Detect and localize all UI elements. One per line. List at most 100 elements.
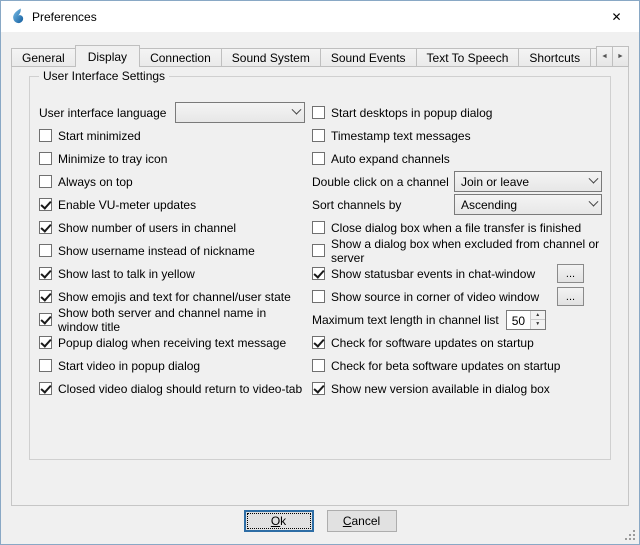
checkbox-row: Show new version available in dialog box — [312, 377, 602, 400]
always-on-top-checkbox[interactable] — [39, 175, 52, 188]
checkbox-row: Show a dialog box when excluded from cha… — [312, 239, 602, 262]
popup-text-message-checkbox[interactable] — [39, 336, 52, 349]
tab-scroll-right-button[interactable]: ► — [612, 46, 629, 67]
desktop-popup-checkbox[interactable] — [312, 106, 325, 119]
video-source-more-button[interactable]: ... — [557, 287, 584, 306]
checkbox-label: Show last to talk in yellow — [58, 267, 195, 281]
chevron-down-icon — [292, 105, 302, 115]
vu-meter-checkbox[interactable] — [39, 198, 52, 211]
double-click-select[interactable]: Join or leave — [454, 171, 602, 192]
max-text-length-spinner[interactable]: 50 ▲ ▼ — [506, 310, 546, 330]
tab-shortcuts[interactable]: Shortcuts — [518, 48, 591, 67]
checkbox-label: Timestamp text messages — [331, 129, 471, 143]
checkbox-row: Auto expand channels — [312, 147, 602, 170]
checkbox-label: Start video in popup dialog — [58, 359, 200, 373]
user-interface-settings-group: User Interface Settings User interface l… — [29, 76, 611, 460]
tab-scroll-left-button[interactable]: ◄ — [596, 46, 613, 67]
titlebar: Preferences ✕ — [1, 1, 639, 32]
checkbox-row: Show number of users in channel — [39, 216, 305, 239]
tab-display[interactable]: Display — [75, 45, 140, 67]
check-beta-updates-checkbox[interactable] — [312, 359, 325, 372]
close-button[interactable]: ✕ — [594, 1, 639, 32]
timestamp-checkbox[interactable] — [312, 129, 325, 142]
tab-label: Connection — [150, 51, 211, 65]
checkbox-label: Show username instead of nickname — [58, 244, 255, 258]
tab-connection[interactable]: Connection — [139, 48, 222, 67]
double-click-row: Double click on a channel Join or leave — [312, 170, 602, 193]
checkbox-label: Minimize to tray icon — [58, 152, 167, 166]
checkbox-row: Timestamp text messages — [312, 124, 602, 147]
checkbox-label: Always on top — [58, 175, 133, 189]
checkbox-label: Check for software updates on startup — [331, 336, 534, 350]
auto-expand-checkbox[interactable] — [312, 152, 325, 165]
window-title-checkbox[interactable] — [39, 313, 52, 326]
tab-label: Sound System — [232, 51, 310, 65]
max-text-length-label: Maximum text length in channel list — [312, 313, 499, 327]
video-source-checkbox[interactable] — [312, 290, 325, 303]
chevron-down-icon — [589, 174, 599, 184]
checkbox-row: Check for beta software updates on start… — [312, 354, 602, 377]
checkbox-label: Show a dialog box when excluded from cha… — [331, 237, 602, 265]
spin-down-button[interactable]: ▼ — [531, 320, 545, 329]
new-version-dialog-checkbox[interactable] — [312, 382, 325, 395]
checkbox-row: Minimize to tray icon — [39, 147, 305, 170]
tab-sound-system[interactable]: Sound System — [221, 48, 321, 67]
dialog-button-row: Ok Cancel — [1, 510, 639, 532]
tab-general[interactable]: General — [11, 48, 76, 67]
tab-label: Text To Speech — [427, 51, 509, 65]
language-label: User interface language — [39, 106, 166, 120]
checkbox-row: Popup dialog when receiving text message — [39, 331, 305, 354]
tab-text-to-speech[interactable]: Text To Speech — [416, 48, 520, 67]
checkbox-row: Show username instead of nickname — [39, 239, 305, 262]
cancel-button[interactable]: Cancel — [327, 510, 397, 532]
start-minimized-checkbox[interactable] — [39, 129, 52, 142]
checkbox-label: Start desktops in popup dialog — [331, 106, 492, 120]
excluded-dialog-checkbox[interactable] — [312, 244, 325, 257]
checkbox-label: Show number of users in channel — [58, 221, 236, 235]
statusbar-events-checkbox[interactable] — [312, 267, 325, 280]
right-column: Start desktops in popup dialog Timestamp… — [312, 101, 602, 400]
check-updates-checkbox[interactable] — [312, 336, 325, 349]
checkbox-label: Auto expand channels — [331, 152, 450, 166]
checkbox-label: Show emojis and text for channel/user st… — [58, 290, 291, 304]
last-to-talk-checkbox[interactable] — [39, 267, 52, 280]
resize-grip[interactable] — [625, 530, 636, 541]
checkbox-row: Enable VU-meter updates — [39, 193, 305, 216]
sort-channels-value: Ascending — [461, 198, 517, 212]
tab-label: Sound Events — [331, 51, 406, 65]
spinner-buttons: ▲ ▼ — [530, 311, 545, 329]
checkbox-label: Start minimized — [58, 129, 141, 143]
show-username-checkbox[interactable] — [39, 244, 52, 257]
app-icon — [9, 8, 26, 25]
checkbox-label: Closed video dialog should return to vid… — [58, 382, 302, 396]
ok-button[interactable]: Ok — [244, 510, 314, 532]
left-column: User interface language Start minimized … — [39, 101, 305, 400]
language-row: User interface language — [39, 101, 305, 124]
max-text-length-row: Maximum text length in channel list 50 ▲… — [312, 308, 602, 331]
show-user-count-checkbox[interactable] — [39, 221, 52, 234]
spin-up-button[interactable]: ▲ — [531, 311, 545, 321]
tab-sound-events[interactable]: Sound Events — [320, 48, 417, 67]
sort-channels-label: Sort channels by — [312, 198, 401, 212]
video-popup-checkbox[interactable] — [39, 359, 52, 372]
checkbox-row: Always on top — [39, 170, 305, 193]
tab-label: General — [22, 51, 65, 65]
emoji-state-checkbox[interactable] — [39, 290, 52, 303]
checkbox-label: Show new version available in dialog box — [331, 382, 550, 396]
tab-scroll-control: ◄ ► — [597, 46, 629, 67]
double-click-value: Join or leave — [461, 175, 529, 189]
double-click-label: Double click on a channel — [312, 175, 449, 189]
language-select[interactable] — [175, 102, 305, 123]
checkbox-row: Start video in popup dialog — [39, 354, 305, 377]
video-return-tab-checkbox[interactable] — [39, 382, 52, 395]
tab-label: Shortcuts — [529, 51, 580, 65]
checkbox-label: Check for beta software updates on start… — [331, 359, 560, 373]
checkbox-label: Show both server and channel name in win… — [58, 306, 305, 334]
close-file-transfer-checkbox[interactable] — [312, 221, 325, 234]
minimize-to-tray-checkbox[interactable] — [39, 152, 52, 165]
statusbar-events-more-button[interactable]: ... — [557, 264, 584, 283]
tab-label: Display — [88, 50, 127, 64]
sort-channels-select[interactable]: Ascending — [454, 194, 602, 215]
checkbox-label: Close dialog box when a file transfer is… — [331, 221, 581, 235]
group-title: User Interface Settings — [39, 69, 169, 83]
